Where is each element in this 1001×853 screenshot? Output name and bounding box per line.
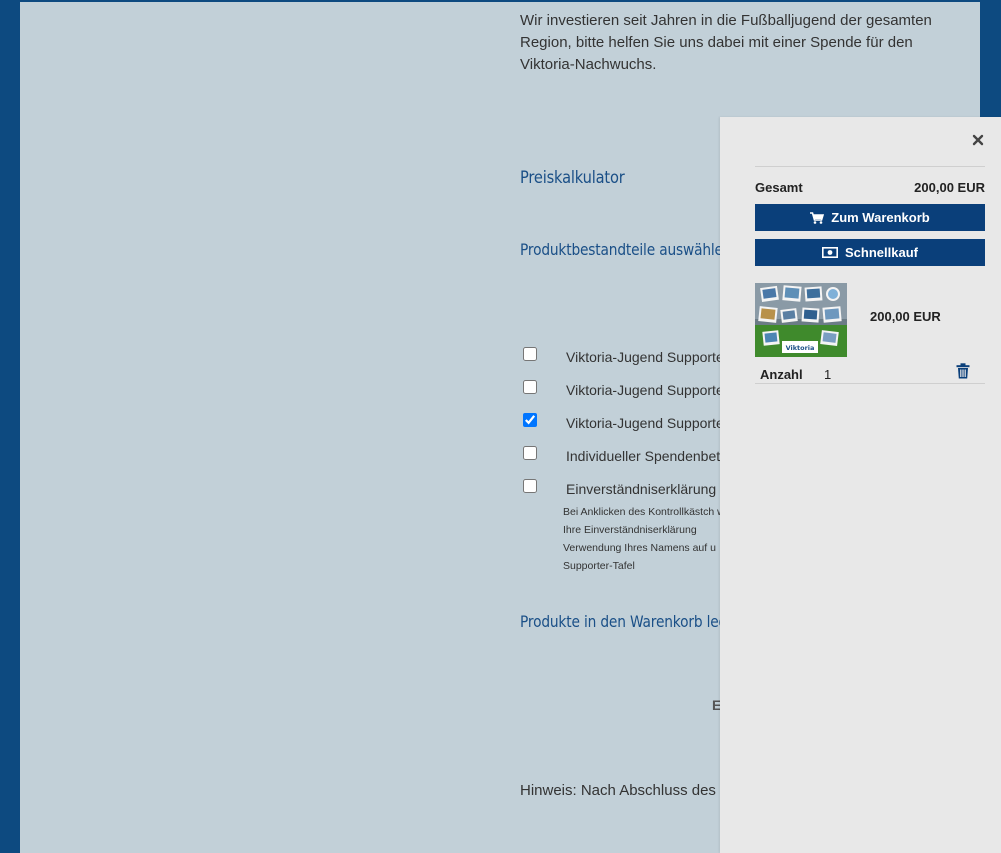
- consent-note: Bei Anklicken des Kontrollkästch wir Ihr…: [563, 506, 731, 572]
- option-checkbox-1[interactable]: [523, 347, 537, 361]
- intro-text: Wir investieren seit Jahren in die Fußba…: [520, 12, 932, 73]
- option-checkbox-3[interactable]: [523, 413, 537, 427]
- trash-icon[interactable]: [956, 363, 972, 381]
- cash-icon: [822, 247, 839, 258]
- thumbnail-logo-text: Viktoria: [786, 344, 815, 352]
- item-price: 200,00 EUR: [870, 309, 941, 324]
- quick-buy-label: Schnellkauf: [845, 245, 918, 260]
- to-cart-label: Zum Warenkorb: [831, 210, 930, 225]
- add-to-cart-heading: Produkte in den Warenkorb leger: [520, 612, 741, 631]
- total-label: Gesamt: [755, 180, 803, 195]
- select-components-heading: Produktbestandteile auswählen: [520, 240, 732, 259]
- option-checkbox-2[interactable]: [523, 380, 537, 394]
- option-checkbox-4[interactable]: [523, 446, 537, 460]
- product-thumbnail[interactable]: Viktoria: [755, 283, 847, 357]
- quick-buy-button[interactable]: Schnellkauf: [755, 239, 985, 266]
- option-label-5: Einverständniserklärung: [566, 481, 717, 497]
- cart-icon: [810, 211, 825, 224]
- panel-divider-bottom: [755, 383, 985, 384]
- option-checkbox-5[interactable]: [523, 479, 537, 493]
- quantity-value: 1: [824, 367, 832, 382]
- panel-divider: [755, 166, 985, 167]
- option-label-3: Viktoria-Jugend Supporte: [566, 415, 724, 431]
- to-cart-button[interactable]: Zum Warenkorb: [755, 204, 985, 231]
- quantity-label: Anzahl: [760, 367, 803, 382]
- close-icon[interactable]: [969, 132, 987, 150]
- option-label-1: Viktoria-Jugend Supporte: [566, 349, 724, 365]
- option-label-4: Individueller Spendenbet: [566, 448, 721, 464]
- option-label-2: Viktoria-Jugend Supporte: [566, 382, 724, 398]
- cart-panel: Gesamt 200,00 EUR Zum Warenkorb Schnellk…: [720, 117, 1001, 853]
- total-value: 200,00 EUR: [914, 180, 985, 195]
- page-frame-left: [0, 0, 20, 853]
- calculator-heading: Preiskalkulator: [520, 168, 625, 188]
